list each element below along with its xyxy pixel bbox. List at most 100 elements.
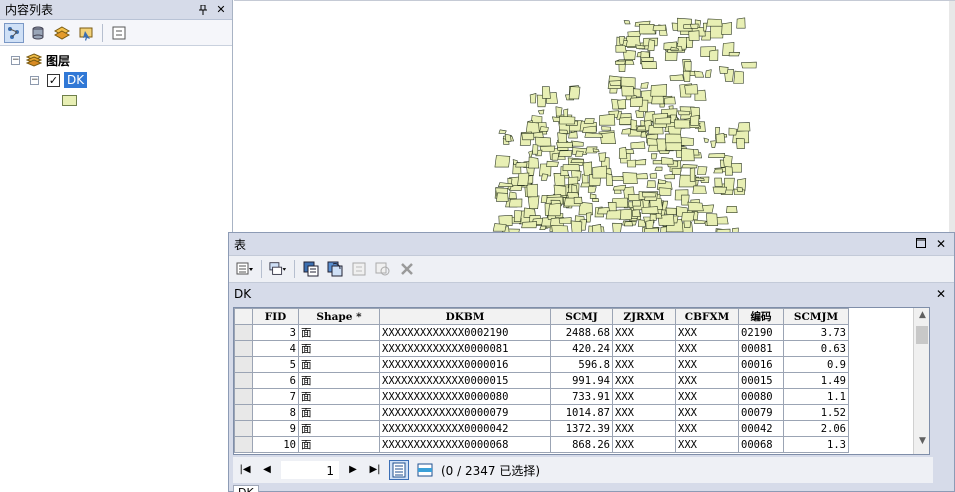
column-header[interactable]: SCMJ (550, 308, 613, 325)
related-tables-icon[interactable] (268, 259, 288, 279)
table-row[interactable]: 8 面 XXXXXXXXXXXXX0000079 1014.87 XXX XXX 00079… (234, 404, 849, 421)
table-options-icon[interactable] (235, 259, 255, 279)
next-record-icon[interactable]: ▶ (345, 462, 361, 478)
table-cell[interactable]: 1.1 (783, 388, 849, 405)
table-cell[interactable]: 00079 (738, 404, 784, 421)
table-cell[interactable]: 1.49 (783, 372, 849, 389)
row-selector[interactable] (234, 372, 253, 389)
show-selected-records-icon[interactable] (415, 460, 435, 480)
table-cell[interactable]: 5 (252, 356, 299, 373)
polygon-symbol-swatch[interactable] (62, 94, 77, 106)
table-cell[interactable]: XXX (612, 356, 676, 373)
table-cell[interactable]: 面 (298, 372, 380, 389)
collapse-layer-toggle[interactable]: − (30, 75, 39, 85)
table-cell[interactable]: XXX (612, 340, 676, 357)
table-row[interactable]: 9 面 XXXXXXXXXXXXX0000042 1372.39 XXX XXX 00042… (234, 420, 849, 437)
table-cell[interactable]: 3.73 (783, 324, 849, 341)
table-cell[interactable]: XXXXXXXXXXXXX0000080 (379, 388, 551, 405)
table-row[interactable]: 6 面 XXXXXXXXXXXXX0000015 991.94 XXX XXX 00015 1… (234, 372, 849, 389)
list-by-visibility-icon[interactable] (52, 23, 72, 43)
table-cell[interactable]: 1014.87 (550, 404, 613, 421)
column-header[interactable]: SCMJM (783, 308, 849, 325)
pin-icon[interactable] (196, 3, 210, 17)
table-cell[interactable]: 00081 (738, 340, 784, 357)
table-cell[interactable]: XXX (612, 324, 676, 341)
table-cell[interactable]: 面 (298, 420, 380, 437)
table-cell[interactable]: 0.63 (783, 340, 849, 357)
row-selector[interactable] (234, 420, 253, 437)
layer-visibility-checkbox[interactable]: ✓ (47, 73, 60, 87)
table-cell[interactable]: 0.9 (783, 356, 849, 373)
table-cell[interactable]: 596.8 (550, 356, 613, 373)
table-row[interactable]: 10 面 XXXXXXXXXXXXX0000068 868.26 XXX XXX 00068… (234, 436, 849, 453)
close-table-icon[interactable]: ✕ (934, 237, 948, 251)
table-cell[interactable]: 面 (298, 340, 380, 357)
table-cell[interactable]: 6 (252, 372, 299, 389)
table-row[interactable]: 7 面 XXXXXXXXXXXXX0000080 733.91 XXX XXX 00080 1… (234, 388, 849, 405)
table-row[interactable]: 4 面 XXXXXXXXXXXXX0000081 420.24 XXX XXX 00081 0… (234, 340, 849, 357)
table-cell[interactable]: XXX (675, 372, 739, 389)
table-cell[interactable]: 8 (252, 404, 299, 421)
table-row[interactable]: 3 面 XXXXXXXXXXXXX0002190 2488.68 XXX XXX 02190… (234, 324, 849, 341)
delete-selected-icon[interactable] (397, 259, 417, 279)
table-cell[interactable]: 4 (252, 340, 299, 357)
table-cell[interactable]: XXXXXXXXXXXXX0000042 (379, 420, 551, 437)
table-row[interactable]: 5 面 XXXXXXXXXXXXX0000016 596.8 XXX XXX 00016 0.… (234, 356, 849, 373)
column-header[interactable]: FID (252, 308, 299, 325)
row-selector[interactable] (234, 404, 253, 421)
table-cell[interactable]: 9 (252, 420, 299, 437)
table-cell[interactable]: XXX (675, 404, 739, 421)
table-cell[interactable]: XXX (675, 324, 739, 341)
row-selector[interactable] (234, 388, 253, 405)
table-cell[interactable]: 面 (298, 324, 380, 341)
table-tab-label[interactable]: DK (234, 287, 934, 301)
show-all-records-icon[interactable] (389, 460, 409, 480)
collapse-root-toggle[interactable]: − (11, 55, 20, 65)
table-cell[interactable]: XXXXXXXXXXXXX0000081 (379, 340, 551, 357)
clear-selection-icon[interactable] (349, 259, 369, 279)
table-cell[interactable]: XXX (675, 388, 739, 405)
row-selector[interactable] (234, 324, 253, 341)
table-cell[interactable]: 1372.39 (550, 420, 613, 437)
table-cell[interactable]: 00080 (738, 388, 784, 405)
table-cell[interactable]: XXXXXXXXXXXXX0000016 (379, 356, 551, 373)
maximize-icon[interactable] (914, 237, 928, 251)
first-record-icon[interactable]: |◀ (237, 462, 253, 478)
table-cell[interactable]: XXXXXXXXXXXXX0000068 (379, 436, 551, 453)
column-header[interactable]: Shape * (298, 308, 380, 325)
table-footer-tab[interactable]: DK (233, 485, 259, 492)
table-cell[interactable]: 00016 (738, 356, 784, 373)
column-header[interactable]: 编码 (738, 308, 784, 325)
table-cell[interactable]: XXX (675, 356, 739, 373)
scroll-thumb[interactable] (916, 326, 928, 344)
table-cell[interactable]: 02190 (738, 324, 784, 341)
row-selector-header[interactable] (234, 308, 253, 325)
row-selector[interactable] (234, 356, 253, 373)
close-tab-icon[interactable]: ✕ (934, 287, 948, 301)
list-by-source-icon[interactable] (28, 23, 48, 43)
table-cell[interactable]: 420.24 (550, 340, 613, 357)
table-cell[interactable]: XXX (612, 388, 676, 405)
select-by-attributes-icon[interactable] (301, 259, 321, 279)
table-cell[interactable]: 10 (252, 436, 299, 453)
zoom-to-selected-icon[interactable] (373, 259, 393, 279)
table-cell[interactable]: XXXXXXXXXXXXX0002190 (379, 324, 551, 341)
table-cell[interactable]: 面 (298, 388, 380, 405)
table-cell[interactable]: XXXXXXXXXXXXX0000015 (379, 372, 551, 389)
table-cell[interactable]: XXX (675, 340, 739, 357)
list-by-drawing-order-icon[interactable] (4, 22, 24, 43)
scroll-down-icon[interactable]: ▼ (914, 436, 929, 452)
map-scrollbar[interactable] (949, 1, 955, 232)
table-cell[interactable]: 2.06 (783, 420, 849, 437)
last-record-icon[interactable]: ▶| (367, 462, 383, 478)
table-cell[interactable]: 面 (298, 356, 380, 373)
table-cell[interactable]: XXX (612, 436, 676, 453)
table-cell[interactable]: XXX (612, 404, 676, 421)
table-cell[interactable]: 3 (252, 324, 299, 341)
table-cell[interactable]: 面 (298, 404, 380, 421)
row-selector[interactable] (234, 436, 253, 453)
table-cell[interactable]: 1.52 (783, 404, 849, 421)
table-cell[interactable]: XXXXXXXXXXXXX0000079 (379, 404, 551, 421)
table-cell[interactable]: 面 (298, 436, 380, 453)
table-cell[interactable]: 7 (252, 388, 299, 405)
